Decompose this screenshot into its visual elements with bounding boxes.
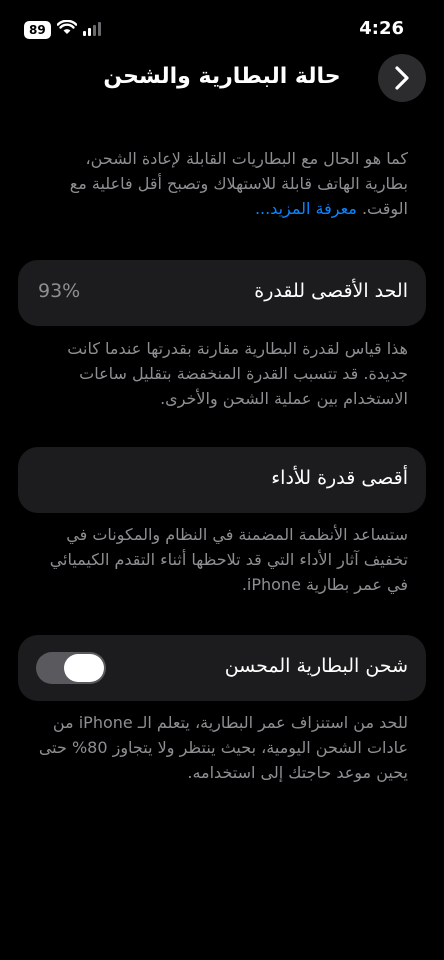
nav-bar: حالة البطارية والشحن — [0, 52, 444, 104]
peak-performance-description: ستساعد الأنظمة المضمنة في النظام والمكون… — [49, 525, 408, 594]
page-title: حالة البطارية والشحن — [103, 64, 341, 89]
toggle-knob — [64, 654, 104, 682]
signal-icon — [82, 21, 101, 40]
peak-performance-label: أقصى قدرة للأداء — [271, 467, 408, 489]
status-icons: 89 — [24, 19, 101, 40]
max-capacity-description: هذا قياس لقدرة البطارية مقارنة بقدرتها ع… — [67, 339, 408, 408]
max-capacity-row: الحد الأقصى للقدرة 93% — [18, 260, 426, 326]
intro-text: كما هو الحال مع البطاريات القابلة لإعادة… — [38, 146, 408, 221]
peak-performance-row[interactable]: أقصى قدرة للأداء — [18, 447, 426, 513]
optimized-charging-description: للحد من استنزاف عمر البطارية، يتعلم الـ … — [38, 713, 408, 782]
optimized-charging-label: شحن البطارية المحسن — [224, 655, 408, 677]
intro-description: كما هو الحال مع البطاريات القابلة لإعادة… — [69, 149, 408, 218]
optimized-charging-toggle[interactable] — [36, 652, 106, 684]
status-bar: 89 4:26 — [0, 0, 444, 56]
max-capacity-label: الحد الأقصى للقدرة — [254, 280, 408, 302]
status-time: 4:26 — [359, 18, 404, 39]
max-capacity-value: 93% — [38, 280, 81, 302]
battery-level-badge: 89 — [24, 21, 51, 39]
wifi-icon — [56, 19, 78, 40]
learn-more-link[interactable]: معرفة المزيد... — [255, 199, 357, 218]
optimized-charging-row: شحن البطارية المحسن — [18, 635, 426, 701]
